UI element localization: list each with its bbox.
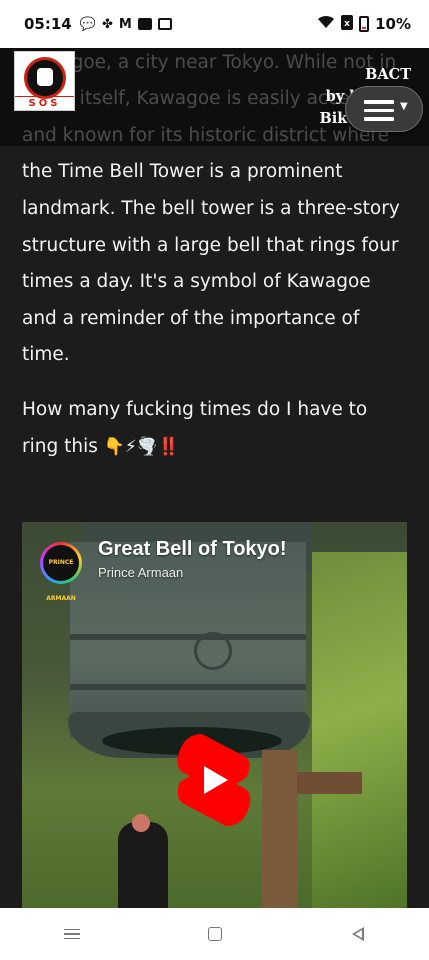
- play-button-icon[interactable]: [174, 730, 254, 830]
- menu-lines-icon: [63, 926, 80, 943]
- svg-text:x: x: [344, 19, 350, 29]
- battery-percent: 10%: [375, 15, 411, 33]
- web-page[interactable]: to the Time Bell Tower (Toki no Kane) in…: [0, 48, 429, 908]
- sim-icon: x: [341, 14, 354, 34]
- video-title[interactable]: Great Bell of Tokyo!: [98, 538, 287, 561]
- video-thumbnail: [22, 522, 407, 908]
- home-button[interactable]: [185, 914, 245, 954]
- status-bar: 05:14 💬 ✤ M x 10%: [0, 0, 429, 48]
- caret-down-icon: ▼: [400, 101, 408, 112]
- wifi-icon: [317, 15, 335, 33]
- battery-icon: [359, 16, 370, 32]
- news-icon: [137, 18, 152, 30]
- site-logo[interactable]: SOS: [14, 51, 75, 111]
- menu-button[interactable]: ▼: [345, 86, 423, 132]
- back-triangle-icon: [351, 927, 364, 941]
- article-paragraph: How many fucking times do I have to ring…: [22, 398, 368, 457]
- gmail-icon: M: [118, 16, 132, 32]
- back-button[interactable]: [328, 914, 388, 954]
- system-navigation-bar: [0, 908, 429, 960]
- chat-bubble-icon: 💬: [79, 16, 96, 32]
- youtube-shorts-embed[interactable]: PRINCE ARMAAN Great Bell of Tokyo! Princ…: [22, 522, 407, 908]
- hamburger-icon: [364, 100, 394, 126]
- home-square-icon: [207, 927, 222, 941]
- notification-icons: 💬 ✤ M: [80, 17, 172, 32]
- channel-avatar[interactable]: PRINCE ARMAAN: [40, 542, 82, 602]
- emoji-group: 👇⚡🌪️‼️: [103, 436, 180, 457]
- fist-icon: [24, 57, 66, 99]
- video-channel-name[interactable]: Prince Armaan: [98, 565, 183, 580]
- news-icon: [157, 18, 172, 30]
- status-time: 05:14: [24, 15, 72, 33]
- fan-icon: ✤: [101, 16, 113, 32]
- recent-apps-button[interactable]: [42, 914, 102, 954]
